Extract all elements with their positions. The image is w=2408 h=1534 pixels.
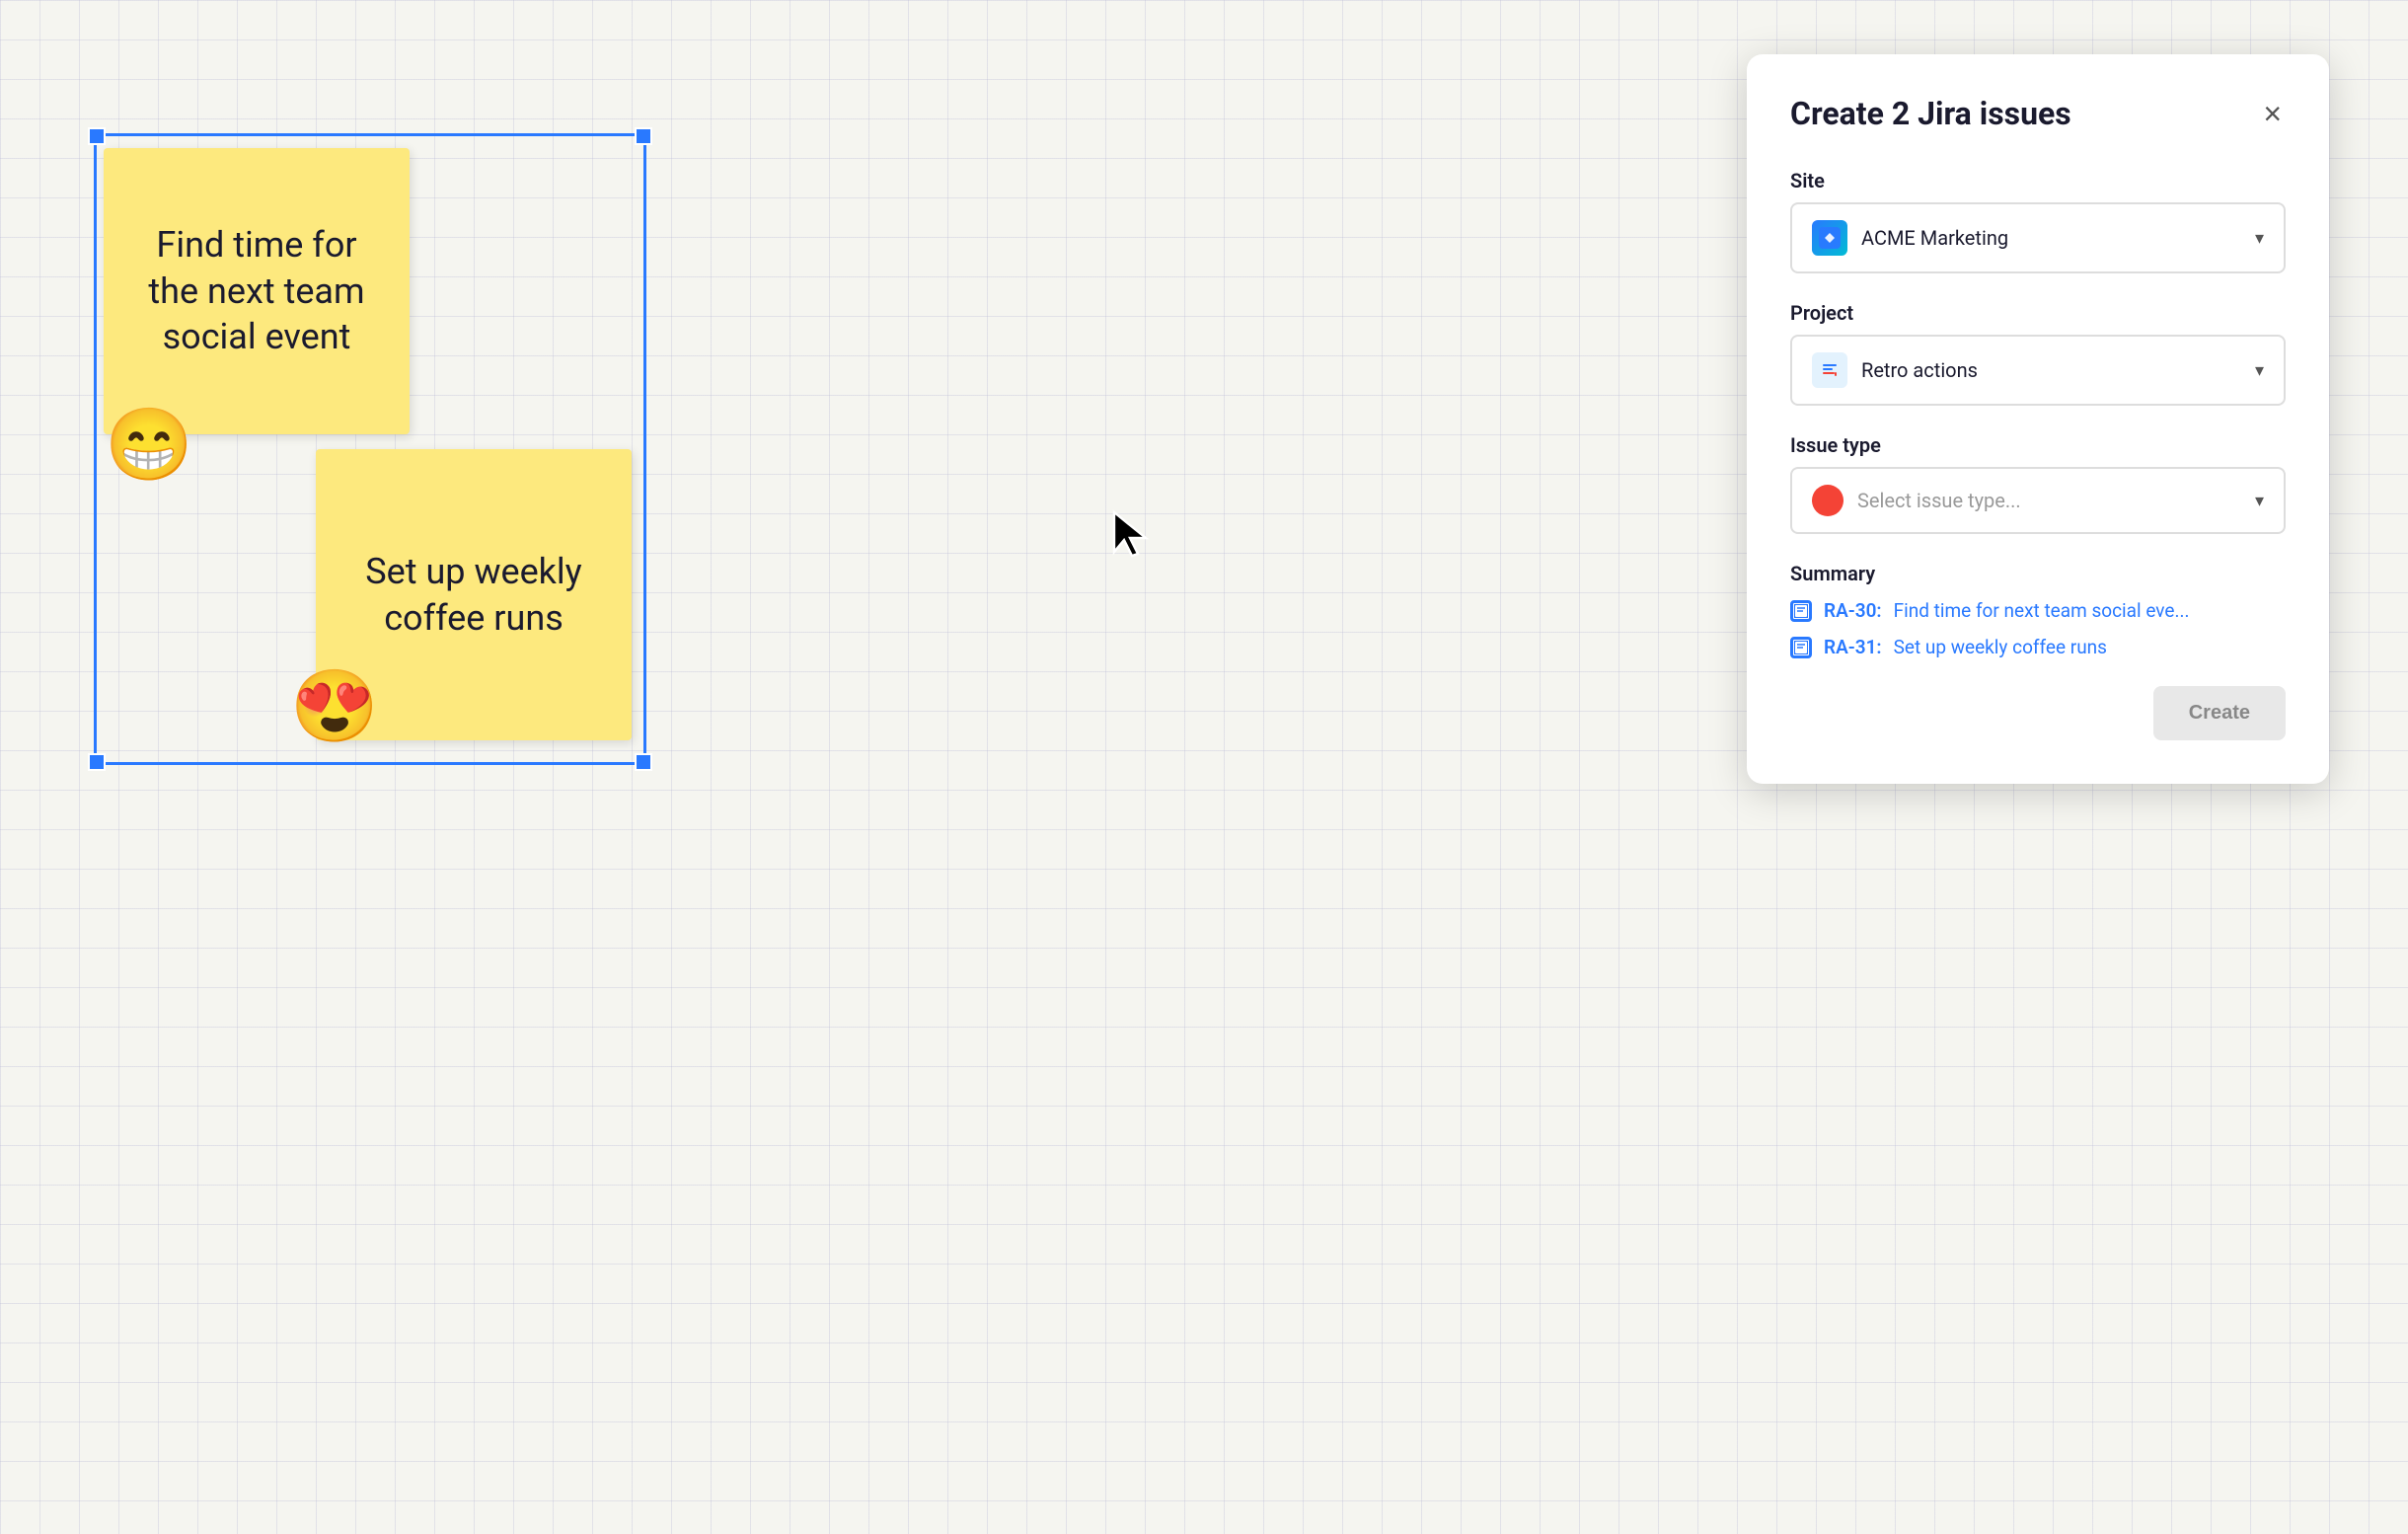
issue-type-label: Issue type [1790,433,2286,457]
create-jira-dialog: Create 2 Jira issues × Site [1747,54,2329,784]
issue-type-select[interactable]: Select issue type... ▾ [1790,467,2286,534]
emoji-sticker-2: 😍 [290,671,379,742]
site-icon [1812,220,1847,256]
project-chevron-icon: ▾ [2255,360,2264,381]
issue-type-placeholder: Select issue type... [1857,489,2021,512]
project-select[interactable]: Retro actions ▾ [1790,335,2286,406]
summary-text-1: Find time for next team social eve... [1894,599,2190,622]
issue-type-field-group: Issue type Select issue type... ▾ [1790,433,2286,534]
site-label: Site [1790,169,2286,192]
project-field-group: Project Retro actions ▾ [1790,301,2286,406]
summary-key-2: RA-31: [1824,636,1882,658]
issue-type-icon [1812,485,1844,516]
project-label: Project [1790,301,2286,325]
emoji-sticker-1: 😁 [105,410,193,481]
close-button[interactable]: × [2259,94,2286,133]
site-field-group: Site ACME Marketing [1790,169,2286,273]
project-icon [1812,352,1847,388]
issue-type-chevron-icon: ▾ [2255,491,2264,511]
handle-bottom-right[interactable] [635,753,652,771]
summary-icon-1 [1790,600,1812,622]
sticky-note-1[interactable]: Find time for the next team social event [104,148,410,434]
dialog-title: Create 2 Jira issues [1790,95,2071,132]
summary-item-2: RA-31: Set up weekly coffee runs [1790,636,2286,658]
site-chevron-icon: ▾ [2255,228,2264,249]
summary-section: Summary RA-30: Find time for next team s… [1790,562,2286,658]
create-button[interactable]: Create [2153,686,2286,740]
handle-top-left[interactable] [88,127,106,145]
site-value: ACME Marketing [1861,226,2008,250]
summary-icon-2 [1790,637,1812,658]
site-select[interactable]: ACME Marketing ▾ [1790,202,2286,273]
summary-key-1: RA-30: [1824,599,1882,622]
project-value: Retro actions [1861,358,1978,382]
summary-label: Summary [1790,562,2286,585]
summary-text-2: Set up weekly coffee runs [1894,636,2107,658]
handle-bottom-left[interactable] [88,753,106,771]
summary-item-1: RA-30: Find time for next team social ev… [1790,599,2286,622]
dialog-header: Create 2 Jira issues × [1790,94,2286,133]
handle-top-right[interactable] [635,127,652,145]
